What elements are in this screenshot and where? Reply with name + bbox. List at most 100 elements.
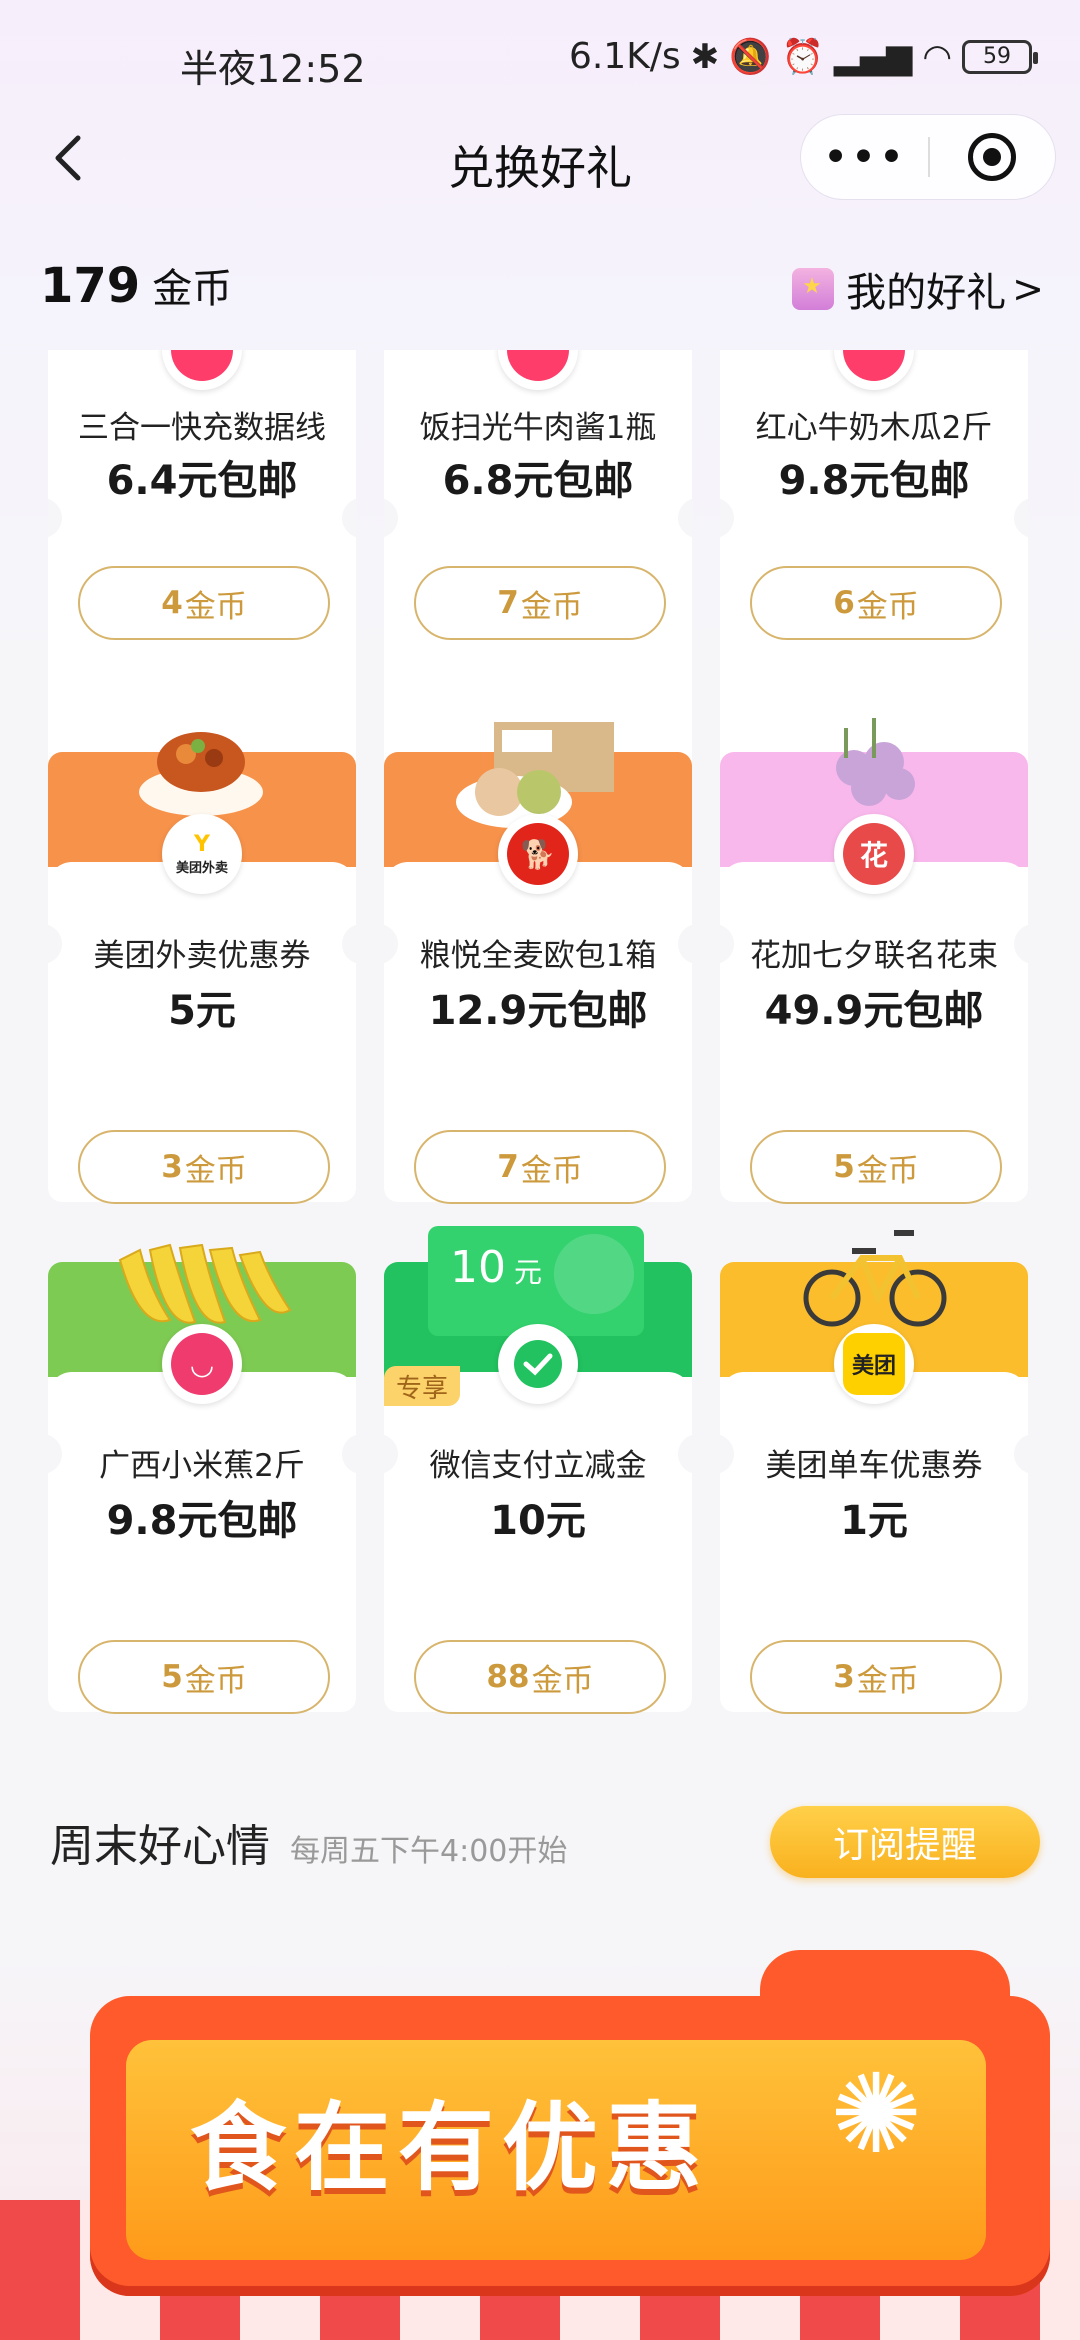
calendar-star-icon [792, 268, 835, 310]
coin-cost: 3 [161, 1149, 183, 1185]
gift-price: 12.9元包邮 [428, 988, 648, 1034]
gift-price: 10元 [490, 1498, 586, 1544]
gift-name: 三合一快充数据线 [78, 410, 326, 446]
status-icons: 6.1K/s ✱ 🔕 ⏰ ▂▄▆ ◠ 59 [568, 36, 1038, 77]
gift-price: 6.8元包邮 [442, 458, 634, 504]
redeem-button[interactable]: 3 金币 [750, 1640, 1002, 1714]
my-gifts-label: 我的好礼 [846, 270, 1007, 316]
gift-card[interactable]: 花 花加七夕联名花束 49.9元包邮 5 金币 [714, 718, 1034, 1204]
coin-cost: 4 [161, 585, 183, 621]
flower-bouquet-image [814, 718, 934, 828]
meituan-logo: 美团 [834, 1324, 914, 1404]
brand-logo-icon [834, 350, 914, 390]
redeem-button[interactable]: 3 金币 [78, 1130, 330, 1204]
coin-cost-unit: 金币 [856, 1662, 919, 1699]
brand-label: 美团 [843, 1333, 905, 1395]
gift-name: 广西小米蕉2斤 [99, 1448, 305, 1484]
coin-cost-unit: 金币 [520, 1152, 583, 1189]
brand-label: 花 [843, 823, 905, 885]
sun-icon: ✺ [830, 2050, 923, 2178]
redeem-button[interactable]: 4 金币 [78, 566, 330, 640]
gift-card[interactable]: 美团 美团单车优惠券 1元 3 金币 [714, 1230, 1034, 1714]
gift-name: 美团单车优惠券 [765, 1448, 983, 1484]
gift-name: 红心牛奶木瓜2斤 [755, 410, 993, 446]
gift-card[interactable]: Y 美团外卖 美团外卖优惠券 5元 3 金币 [42, 732, 362, 1204]
wechat-pay-logo [498, 1324, 578, 1404]
battery-level: 59 [983, 44, 1011, 69]
coin-cost: 5 [833, 1149, 855, 1185]
coin-cost: 6 [833, 585, 855, 621]
status-time: 半夜12:52 [180, 47, 366, 91]
signal-icon: ▂▄▆ [833, 36, 913, 77]
gift-card[interactable]: 10 元 专享 微信支付立减金 10元 88 金币 [378, 1226, 698, 1714]
brand-label: 美团外卖 [175, 861, 228, 876]
coin-cost-unit: 金币 [184, 1152, 247, 1189]
promo-banner[interactable]: 食在有优惠 ✺ [0, 1930, 1080, 2340]
redeem-button[interactable]: 88 金币 [414, 1640, 666, 1714]
coin-cost: 88 [486, 1659, 530, 1695]
coin-cost-unit: 金币 [531, 1662, 594, 1699]
gift-card[interactable]: 🐕 粮悦全麦欧包1箱 12.9元包邮 7 金币 [378, 722, 698, 1204]
redeem-button[interactable]: 6 金币 [750, 566, 1002, 640]
target-icon [968, 133, 1017, 181]
section-subtitle: 每周五下午4:00开始 [290, 1834, 568, 1869]
meituan-waimai-logo: Y 美团外卖 [162, 814, 242, 894]
wifi-icon: ◠ [922, 36, 952, 77]
gift-name: 饭扫光牛肉酱1瓶 [419, 410, 657, 446]
gift-name: 微信支付立减金 [429, 1448, 647, 1484]
my-gifts-link[interactable]: 我的好礼 > [792, 260, 1044, 318]
gift-card[interactable]: ◡ 广西小米蕉2斤 9.8元包邮 5 金币 [42, 1243, 362, 1714]
coin-cost: 3 [833, 1659, 855, 1695]
status-bar: 半夜12:52 6.1K/s ✱ 🔕 ⏰ ▂▄▆ ◠ 59 [0, 0, 1080, 120]
gift-price: 9.8元包邮 [778, 458, 970, 504]
weekend-section-header: 周末好心情 每周五下午4:00开始 [50, 1810, 567, 1874]
brand-logo-icon [498, 350, 578, 390]
huajia-logo: 花 [834, 814, 914, 894]
close-program-button[interactable] [930, 133, 1055, 181]
mini-program-capsule: ••• [800, 114, 1056, 200]
bluetooth-icon: ✱ [690, 36, 720, 77]
mute-icon: 🔕 [729, 36, 772, 77]
coin-cost-unit: 金币 [856, 1152, 919, 1189]
gift-price: 49.9元包邮 [764, 988, 984, 1034]
ticket-unit: 元 [514, 1256, 543, 1289]
exclusive-badge: 专享 [384, 1366, 460, 1406]
coin-cost-unit: 金币 [184, 588, 247, 625]
section-title: 周末好心情 [50, 1821, 270, 1872]
wechat-ticket-image: 10 元 [428, 1226, 644, 1336]
gift-name: 粮悦全麦欧包1箱 [419, 938, 657, 974]
gift-price: 6.4元包邮 [106, 458, 298, 504]
coin-cost-unit: 金币 [184, 1662, 247, 1699]
redeem-button[interactable]: 5 金币 [78, 1640, 330, 1714]
redeem-button[interactable]: 7 金币 [414, 566, 666, 640]
alarm-icon: ⏰ [781, 36, 824, 77]
food-image [136, 722, 266, 822]
coin-cost: 5 [161, 1659, 183, 1695]
more-button[interactable]: ••• [801, 132, 928, 183]
gift-price: 9.8元包邮 [106, 1498, 298, 1544]
gift-name: 美团外卖优惠券 [93, 938, 311, 974]
coin-cost: 7 [497, 585, 519, 621]
chevron-right-icon: > [1012, 267, 1044, 311]
gift-price: 5元 [168, 988, 236, 1034]
smile-logo: ◡ [162, 1324, 242, 1404]
coin-amount: 179 [40, 258, 141, 314]
nav-header: 兑换好礼 ••• [0, 110, 1080, 210]
subscribe-reminder-button[interactable]: 订阅提醒 [770, 1806, 1040, 1878]
network-speed: 6.1K/s [568, 36, 681, 77]
jd-logo: 🐕 [498, 814, 578, 894]
coin-cost: 7 [497, 1149, 519, 1185]
battery-icon: 59 [962, 39, 1038, 74]
coin-cost-unit: 金币 [856, 588, 919, 625]
coin-balance: 179 金币 [40, 256, 232, 314]
gift-price: 1元 [840, 1498, 908, 1544]
coin-cost-unit: 金币 [520, 588, 583, 625]
redeem-button[interactable]: 5 金币 [750, 1130, 1002, 1204]
ticket-amount: 10 [450, 1242, 506, 1293]
coin-unit: 金币 [152, 266, 233, 312]
brand-logo-icon [162, 350, 242, 390]
gift-name: 花加七夕联名花束 [750, 938, 998, 974]
promo-text: 食在有优惠 [190, 2091, 710, 2204]
redeem-button[interactable]: 7 金币 [414, 1130, 666, 1204]
bicycle-image [800, 1222, 950, 1332]
